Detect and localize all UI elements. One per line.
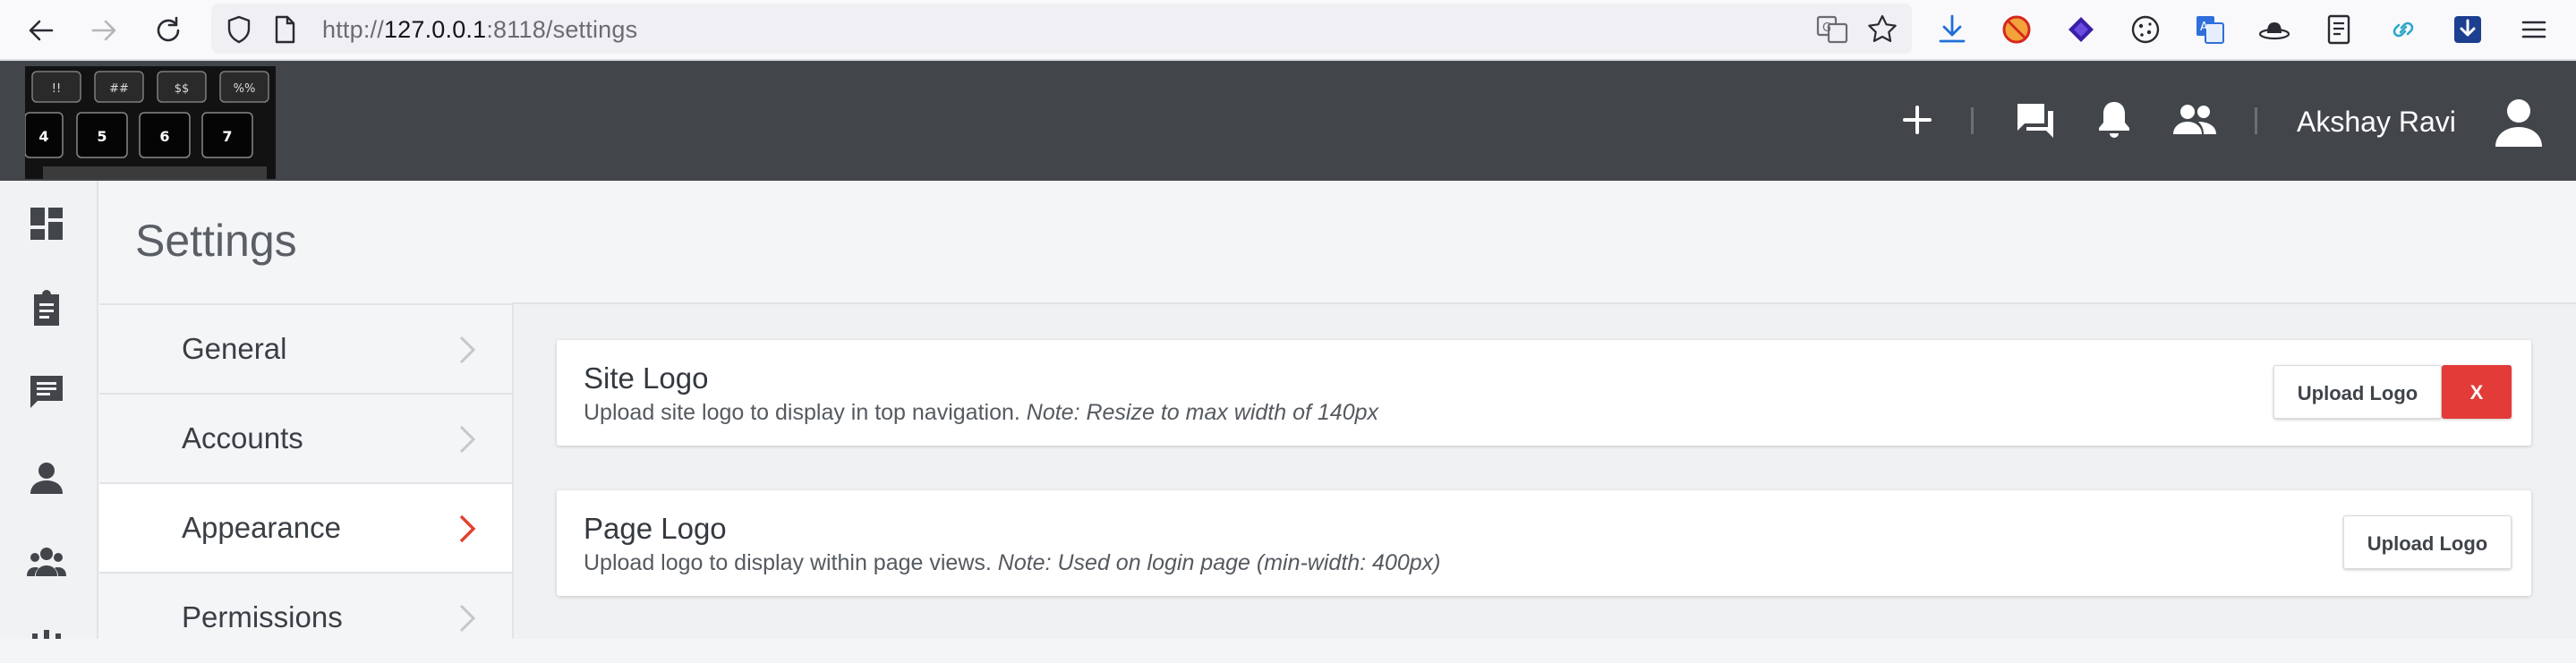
chevron-right-icon — [457, 423, 477, 455]
chevron-right-icon — [457, 334, 477, 366]
page-logo-card: Page Logo Upload logo to display within … — [557, 490, 2531, 596]
app-header: !! ## $$ %% 4 5 6 7 Akshay Ravi — [0, 61, 2576, 181]
dashboard-icon[interactable] — [27, 204, 66, 243]
card-description: Upload site logo to display in top navig… — [584, 400, 1379, 425]
card-title: Page Logo — [584, 512, 727, 545]
forum-icon[interactable] — [2014, 100, 2057, 141]
card-note: Note: Used on login page (min-width: 400… — [997, 550, 1441, 575]
chat-icon[interactable] — [27, 372, 66, 412]
cookie-icon[interactable] — [2128, 13, 2162, 47]
menu-hamburger-icon[interactable] — [2517, 13, 2551, 47]
upload-site-logo-button[interactable]: Upload Logo — [2273, 365, 2442, 419]
site-logo-card: Site Logo Upload site logo to display in… — [557, 340, 2531, 446]
svg-text:7: 7 — [222, 128, 232, 145]
card-description: Upload logo to display within page views… — [584, 550, 1441, 575]
translate-page-icon[interactable]: G — [1815, 13, 1849, 47]
svg-text:##: ## — [109, 82, 129, 96]
back-icon[interactable] — [25, 14, 57, 47]
svg-text:G: G — [1822, 21, 1831, 35]
person-icon[interactable] — [27, 458, 66, 497]
svg-text:$$: $$ — [175, 82, 190, 96]
settings-nav-label: Appearance — [182, 511, 341, 544]
page-info-icon[interactable] — [272, 15, 297, 44]
reader-notes-icon[interactable] — [2322, 13, 2356, 47]
settings-nav-general[interactable]: General — [99, 305, 512, 395]
link-extension-icon[interactable] — [2386, 13, 2420, 47]
svg-text:%%: %% — [234, 82, 256, 96]
chevron-right-icon — [457, 602, 477, 634]
url-text: http://127.0.0.1:8118/settings — [322, 16, 638, 43]
svg-text:6: 6 — [159, 128, 169, 145]
settings-nav-appearance[interactable]: Appearance — [99, 484, 512, 574]
page-title: Settings — [135, 216, 297, 266]
tracking-shield-icon[interactable] — [226, 15, 252, 44]
group-icon[interactable] — [27, 542, 66, 582]
purple-extension-icon[interactable] — [2064, 13, 2098, 47]
remove-site-logo-button[interactable]: X — [2442, 365, 2512, 419]
chevron-right-icon — [457, 513, 477, 545]
more-rail-icon[interactable] — [27, 625, 66, 639]
svg-text:!!: !! — [52, 82, 61, 96]
settings-nav: General Accounts Appearance Permissions — [99, 303, 512, 639]
browser-toolbar: http://127.0.0.1:8118/settings G A — [0, 0, 2576, 61]
header-divider — [1971, 107, 1974, 134]
blocker-extension-icon[interactable] — [2000, 13, 2034, 47]
bookmark-star-icon[interactable] — [1865, 13, 1899, 47]
card-note: Note: Resize to max width of 140px — [1026, 400, 1379, 425]
settings-nav-accounts[interactable]: Accounts — [99, 395, 512, 484]
bell-icon[interactable] — [2096, 98, 2132, 140]
hat-extension-icon[interactable] — [2257, 13, 2291, 47]
reload-icon[interactable] — [152, 14, 184, 47]
site-logo[interactable]: !! ## $$ %% 4 5 6 7 — [25, 66, 276, 179]
download-manager-icon[interactable] — [2451, 13, 2485, 47]
downloads-icon[interactable] — [1935, 13, 1969, 47]
settings-nav-label: Accounts — [182, 421, 303, 455]
card-title: Site Logo — [584, 361, 709, 395]
left-rail — [0, 181, 98, 639]
translate-extension-icon[interactable]: A — [2193, 13, 2227, 47]
svg-text:A: A — [2200, 21, 2208, 34]
header-divider — [2255, 107, 2257, 134]
settings-nav-permissions[interactable]: Permissions — [99, 574, 512, 663]
plus-icon[interactable] — [1899, 102, 1935, 138]
people-icon[interactable] — [2171, 100, 2218, 140]
svg-text:4: 4 — [38, 128, 48, 145]
settings-nav-label: General — [182, 332, 287, 365]
address-bar[interactable]: http://127.0.0.1:8118/settings — [211, 4, 1912, 54]
svg-text:5: 5 — [97, 128, 107, 145]
user-avatar-icon[interactable] — [2494, 95, 2544, 149]
settings-nav-label: Permissions — [182, 600, 343, 633]
clipboard-icon[interactable] — [27, 288, 66, 327]
forward-icon[interactable] — [88, 14, 120, 47]
user-name[interactable]: Akshay Ravi — [2297, 106, 2456, 139]
upload-page-logo-button[interactable]: Upload Logo — [2343, 515, 2512, 569]
